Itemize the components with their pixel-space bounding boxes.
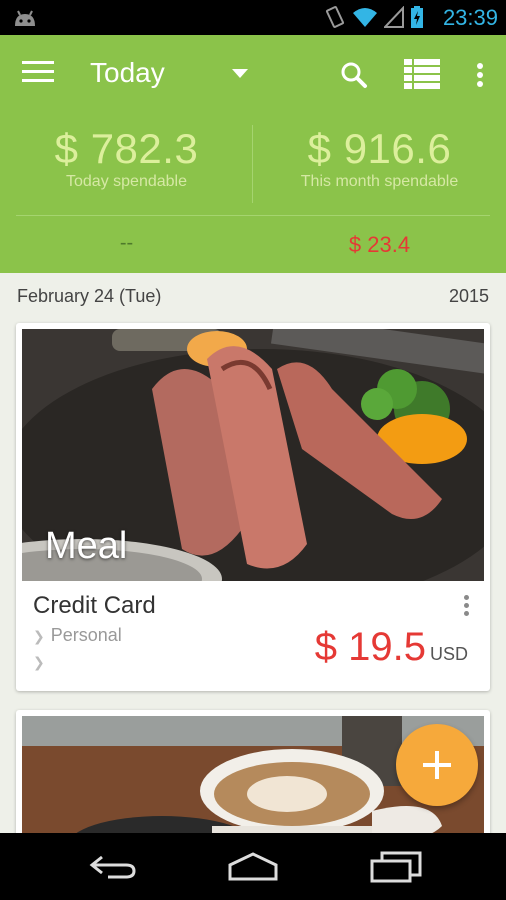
income-value: -- — [119, 232, 134, 254]
expense-photo: Meal — [22, 329, 484, 581]
tag-row: ❯ Personal — [33, 625, 122, 646]
recents-icon[interactable] — [370, 851, 422, 888]
navigation-bar — [0, 833, 506, 900]
status-bar: 23:39 — [0, 0, 506, 35]
overflow-icon[interactable] — [476, 62, 484, 93]
clock: 23:39 — [442, 5, 498, 30]
year-label: 2015 — [448, 286, 489, 306]
date-header: February 24 (Tue) 2015 — [0, 286, 506, 312]
home-icon[interactable] — [226, 851, 280, 886]
expense-total: $ 23.4 — [348, 232, 411, 257]
android-icon — [12, 6, 38, 33]
overflow-icon[interactable] — [460, 595, 472, 619]
toolbar: Today — [0, 35, 506, 115]
tag-row: ❯ — [33, 651, 51, 672]
expense-amount: $ 19.5 USD — [315, 625, 468, 670]
amount-value: $ 19.5 — [314, 625, 426, 669]
menu-icon[interactable] — [22, 61, 54, 87]
summary-header: Today $ 782.3 Today spendable $ 916.6 Th… — [0, 35, 506, 273]
account-name: Credit Card — [33, 592, 156, 619]
currency-code: USD — [429, 644, 468, 664]
battery-charging-icon — [410, 5, 424, 34]
signal-icon — [382, 5, 404, 33]
page-title[interactable]: Today — [90, 57, 165, 89]
chevron-down-icon[interactable] — [232, 69, 248, 78]
back-icon[interactable] — [88, 853, 136, 886]
list-view-icon[interactable] — [404, 59, 440, 94]
plus-icon — [423, 751, 451, 779]
spendable-summary: $ 782.3 Today spendable $ 916.6 This mon… — [0, 125, 506, 205]
month-spendable-value: $ 916.6 — [307, 125, 452, 172]
chevron-right-icon: ❯ — [33, 628, 45, 644]
category-label: Meal — [45, 525, 128, 567]
month-spendable-label: This month spendable — [300, 173, 459, 190]
vibrate-icon — [324, 5, 346, 34]
search-icon[interactable] — [340, 61, 368, 94]
tag-label: Personal — [50, 625, 122, 645]
date-label: February 24 (Tue) — [17, 286, 162, 306]
month-spendable: $ 916.6 This month spendable — [253, 125, 506, 191]
today-spendable-value: $ 782.3 — [54, 125, 199, 172]
expense-card[interactable]: Meal Credit Card ❯ Personal ❯ $ 19.5 USD — [16, 323, 490, 691]
today-spendable: $ 782.3 Today spendable — [0, 125, 253, 191]
divider — [16, 215, 490, 216]
wifi-icon — [352, 6, 378, 33]
chevron-right-icon: ❯ — [33, 654, 45, 670]
add-expense-button[interactable] — [396, 724, 478, 806]
today-spendable-label: Today spendable — [66, 173, 187, 190]
